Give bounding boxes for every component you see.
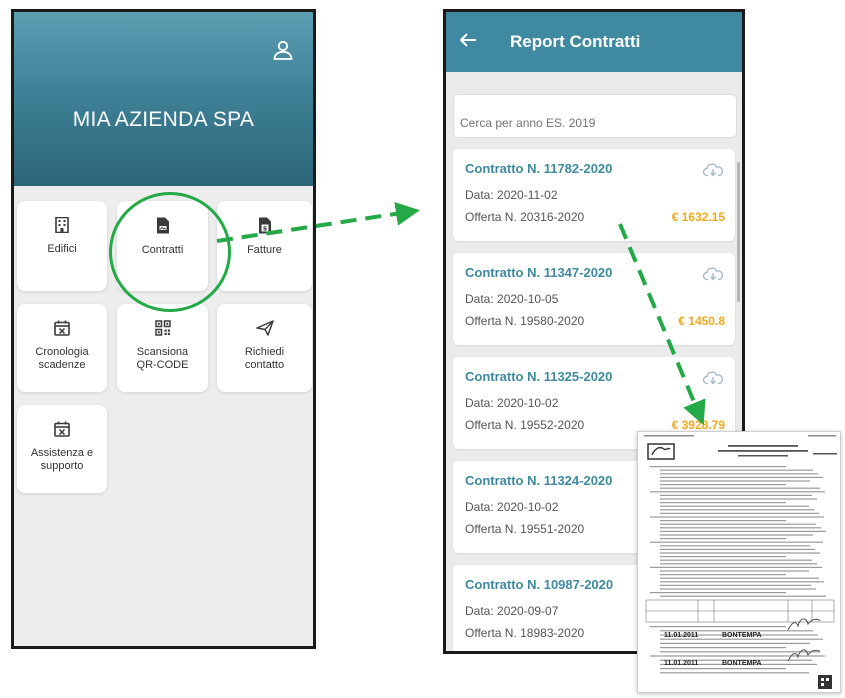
contract-date: Data: 2020-11-02 xyxy=(465,188,558,202)
user-icon[interactable] xyxy=(271,38,295,62)
scrollbar[interactable] xyxy=(737,162,740,302)
document-date: 11.01.2011 xyxy=(664,660,699,667)
document-signature: BONTEMPA xyxy=(722,632,762,639)
contract-offer: Offerta N. 19551-2020 xyxy=(465,522,585,536)
contract-number: Contratto N. 11782-2020 xyxy=(465,161,613,176)
contract-document-preview: 11.01.2011 BONTEMPA 11.01.2011 BONTEMPA xyxy=(637,431,841,693)
contract-offer: Offerta N. 18983-2020 xyxy=(465,626,585,640)
contract-date: Data: 2020-10-02 xyxy=(465,500,559,514)
tile-label: Edifici xyxy=(47,243,77,255)
cloud-download-icon[interactable] xyxy=(703,266,723,281)
contract-number: Contratto N. 11324-2020 xyxy=(465,473,613,488)
contract-amount: € 1632.15 xyxy=(671,210,725,224)
document-body xyxy=(644,435,837,689)
document-signature: BONTEMPA xyxy=(722,660,762,667)
contract-card[interactable]: Contratto N. 11782-2020 Data: 2020-11-02… xyxy=(453,149,735,241)
calendar-x-icon xyxy=(54,320,70,336)
search-input[interactable] xyxy=(453,94,737,138)
contract-number: Contratto N. 11325-2020 xyxy=(465,369,613,384)
report-header: Report Contratti xyxy=(446,12,742,72)
contract-offer: Offerta N. 19552-2020 xyxy=(465,418,585,432)
contract-date: Data: 2020-09-07 xyxy=(465,604,559,618)
document-qr-code xyxy=(818,675,832,689)
svg-text:$: $ xyxy=(262,225,267,233)
contract-date: Data: 2020-10-02 xyxy=(465,396,559,410)
tile-cronologia-scadenze[interactable]: Cronologia scadenze xyxy=(17,304,107,392)
contract-card[interactable]: Contratto N. 11347-2020 Data: 2020-10-05… xyxy=(453,253,735,345)
contract-amount: € 3928.79 xyxy=(671,418,725,432)
tile-richiedi-contatto[interactable]: Richiedi contatto xyxy=(217,304,312,392)
invoice-file-icon: $ xyxy=(258,217,271,234)
tile-label: Scansiona QR-CODE xyxy=(136,346,189,371)
contract-date: Data: 2020-10-05 xyxy=(465,292,559,306)
tile-scansiona-qr-code[interactable]: Scansiona QR-CODE xyxy=(117,304,208,392)
home-header: MIA AZIENDA SPA xyxy=(14,12,313,186)
tile-label: Cronologia scadenze xyxy=(35,346,89,371)
tile-assistenza-supporto[interactable]: Assistenza e supporto xyxy=(17,405,107,493)
page-title: Report Contratti xyxy=(510,32,641,51)
home-screen: MIA AZIENDA SPA Edifici Contratti $ Fatt… xyxy=(11,9,316,649)
cloud-download-icon[interactable] xyxy=(703,162,723,177)
tile-edifici[interactable]: Edifici xyxy=(17,201,107,291)
send-icon xyxy=(255,320,274,336)
tile-label: Richiedi contatto xyxy=(244,346,285,371)
calendar-x-icon xyxy=(54,421,70,437)
document-logo xyxy=(647,443,675,460)
company-name: MIA AZIENDA SPA xyxy=(72,108,255,131)
contract-amount: € 1450.8 xyxy=(678,314,725,328)
contratti-highlight-circle xyxy=(109,192,231,312)
tile-label: Assistenza e supporto xyxy=(30,447,94,472)
tile-fatture[interactable]: $ Fatture xyxy=(217,201,312,291)
document-date: 11.01.2011 xyxy=(664,632,699,639)
contract-number: Contratto N. 11347-2020 xyxy=(465,265,613,280)
back-arrow-icon[interactable] xyxy=(459,32,477,48)
building-icon xyxy=(55,217,69,233)
contract-offer: Offerta N. 20316-2020 xyxy=(465,210,585,224)
contract-offer: Offerta N. 19580-2020 xyxy=(465,314,585,328)
qr-code-icon xyxy=(154,320,171,336)
cloud-download-icon[interactable] xyxy=(703,370,723,385)
tile-label: Fatture xyxy=(247,244,282,256)
contract-number: Contratto N. 10987-2020 xyxy=(465,577,614,592)
